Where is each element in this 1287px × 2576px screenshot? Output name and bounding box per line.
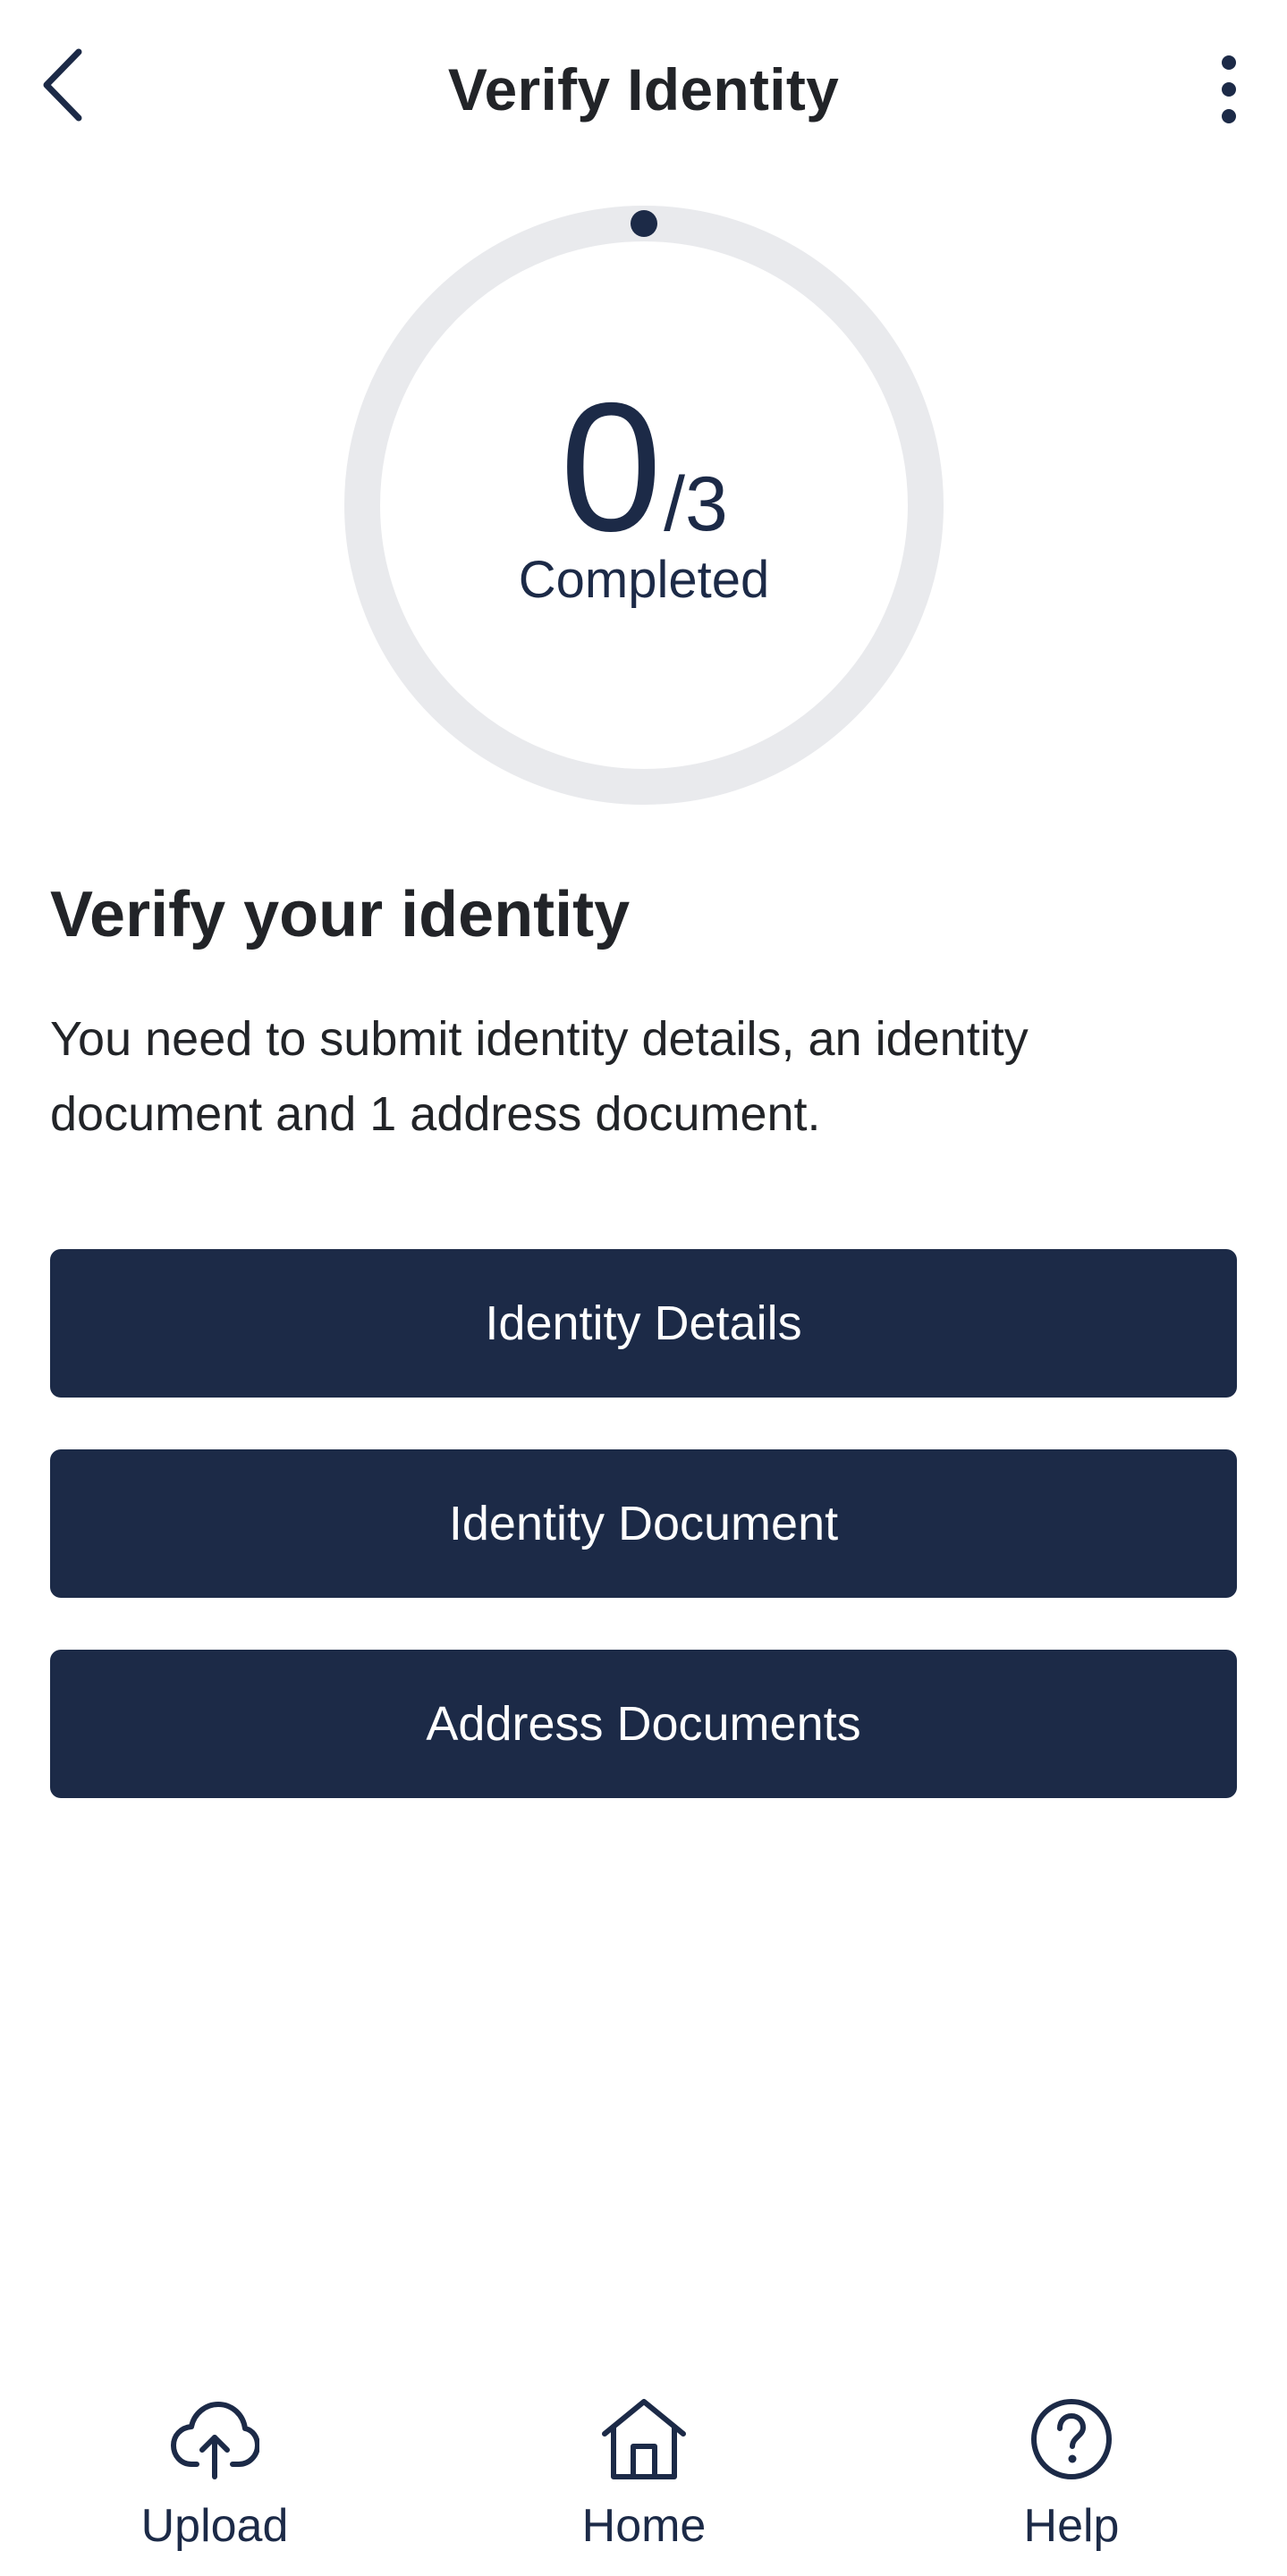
nav-label-help: Help [1023,2500,1120,2552]
nav-item-upload[interactable]: Upload [98,2378,331,2576]
cloud-upload-icon [171,2402,259,2479]
progress-label: Completed [518,551,770,609]
section-title: Verify your identity [50,879,631,950]
progress-ring-indicator [631,210,657,237]
nav-label-upload: Upload [140,2500,289,2552]
progress-completed-count: 0 [560,365,663,570]
progress-count: 0/3 [344,376,944,559]
bottom-navigation: Upload Home Help [0,2378,1287,2576]
nav-item-help[interactable]: Help [955,2378,1188,2576]
home-icon [602,2399,686,2479]
progress-total-count: /3 [664,461,728,547]
address-documents-button[interactable]: Address Documents [50,1650,1237,1798]
help-circle-icon [1031,2399,1112,2479]
identity-document-button[interactable]: Identity Document [50,1449,1237,1598]
more-vertical-icon [1222,55,1236,123]
section-description: You need to submit identity details, an … [50,1012,1029,1141]
progress-ring: 0/3 Completed [344,206,944,805]
nav-label-home: Home [581,2500,707,2552]
nav-item-home[interactable]: Home [528,2378,760,2576]
identity-details-button[interactable]: Identity Details [50,1249,1237,1398]
app-header: Verify Identity [0,0,1287,183]
more-options-button[interactable] [1189,40,1269,139]
page-title: Verify Identity [447,56,840,122]
